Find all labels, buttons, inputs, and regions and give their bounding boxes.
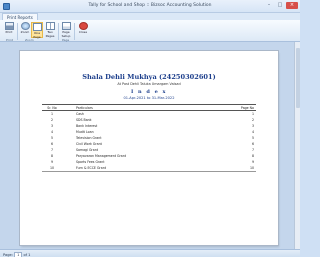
group-label-zoom: Zoom xyxy=(25,37,34,42)
ribbon-separator xyxy=(17,23,18,40)
zoom-button-label: Zoom xyxy=(20,30,30,34)
tab-print-reports[interactable]: Print Reports xyxy=(2,13,38,20)
vertical-scrollbar[interactable] xyxy=(294,42,300,249)
report-heading: I n d e x xyxy=(130,89,168,95)
page-setup-icon xyxy=(61,22,71,30)
window-controls: – □ × xyxy=(264,2,298,9)
minimize-button[interactable]: – xyxy=(264,2,274,9)
row-page: 10 xyxy=(234,165,256,172)
close-button-label: Close xyxy=(78,30,88,34)
zoom-button[interactable]: Zoom xyxy=(19,22,31,38)
company-address: At Post Dehli Taluka Umargam Valsad xyxy=(117,82,181,86)
printer-icon xyxy=(4,22,14,30)
group-label-print: Print xyxy=(6,37,13,42)
scrollbar-thumb[interactable] xyxy=(296,48,300,108)
company-name: Shala Dehli Mukhya (24250302601) xyxy=(82,73,216,81)
zoom-icon xyxy=(20,22,30,30)
close-preview-button[interactable]: Close xyxy=(77,22,89,38)
ribbon-separator xyxy=(58,23,59,40)
close-window-button[interactable]: × xyxy=(286,2,298,9)
one-page-icon xyxy=(32,23,42,31)
close-icon xyxy=(78,22,88,30)
page-label: Page: xyxy=(3,252,13,257)
print-button-label: Print xyxy=(5,30,13,34)
index-table-body: 1 Cash 1 2 SDS Bank 2 3 Bank Interest 3 4 Mudit Lo… xyxy=(42,111,256,172)
title-bar: Tally for School and Shop :: Bizsoc Acco… xyxy=(0,0,300,13)
ribbon: Print Zoom One Page Two Pages Page Setup… xyxy=(0,20,300,42)
page-count-label: of 1 xyxy=(23,252,31,257)
ribbon-separator xyxy=(74,23,75,40)
two-pages-icon xyxy=(45,22,55,30)
two-pages-button[interactable]: Two Pages xyxy=(44,22,56,38)
status-bar: Page: 1 of 1 xyxy=(0,249,300,257)
window-title: Tally for School and Shop :: Bizsoc Acco… xyxy=(88,3,212,8)
print-button[interactable]: Print xyxy=(3,22,15,38)
one-page-button[interactable]: One Page xyxy=(31,22,43,38)
table-row: 10 Furn & ECCE Grant 10 xyxy=(42,165,256,172)
maximize-button[interactable]: □ xyxy=(275,2,285,9)
ribbon-tab-bar: Print Reports xyxy=(0,13,300,20)
index-table: Sr. No Particulars Page No 1 Cash 1 2 SDS Ba… xyxy=(42,104,256,172)
page-setup-button[interactable]: Page Setup xyxy=(60,22,72,38)
report-period: 01-Apr-2021 to 31-Mar-2022 xyxy=(123,96,175,100)
preview-canvas[interactable]: Shala Dehli Mukhya (24250302601) At Post… xyxy=(0,42,300,249)
report-page: Shala Dehli Mukhya (24250302601) At Post… xyxy=(20,51,278,245)
row-sno: 10 xyxy=(42,165,62,172)
page-number-field[interactable]: 1 xyxy=(14,251,23,257)
two-pages-button-label: Two Pages xyxy=(45,30,55,38)
group-label-page: Page xyxy=(62,37,70,42)
row-particulars: Furn & ECCE Grant xyxy=(62,165,234,172)
